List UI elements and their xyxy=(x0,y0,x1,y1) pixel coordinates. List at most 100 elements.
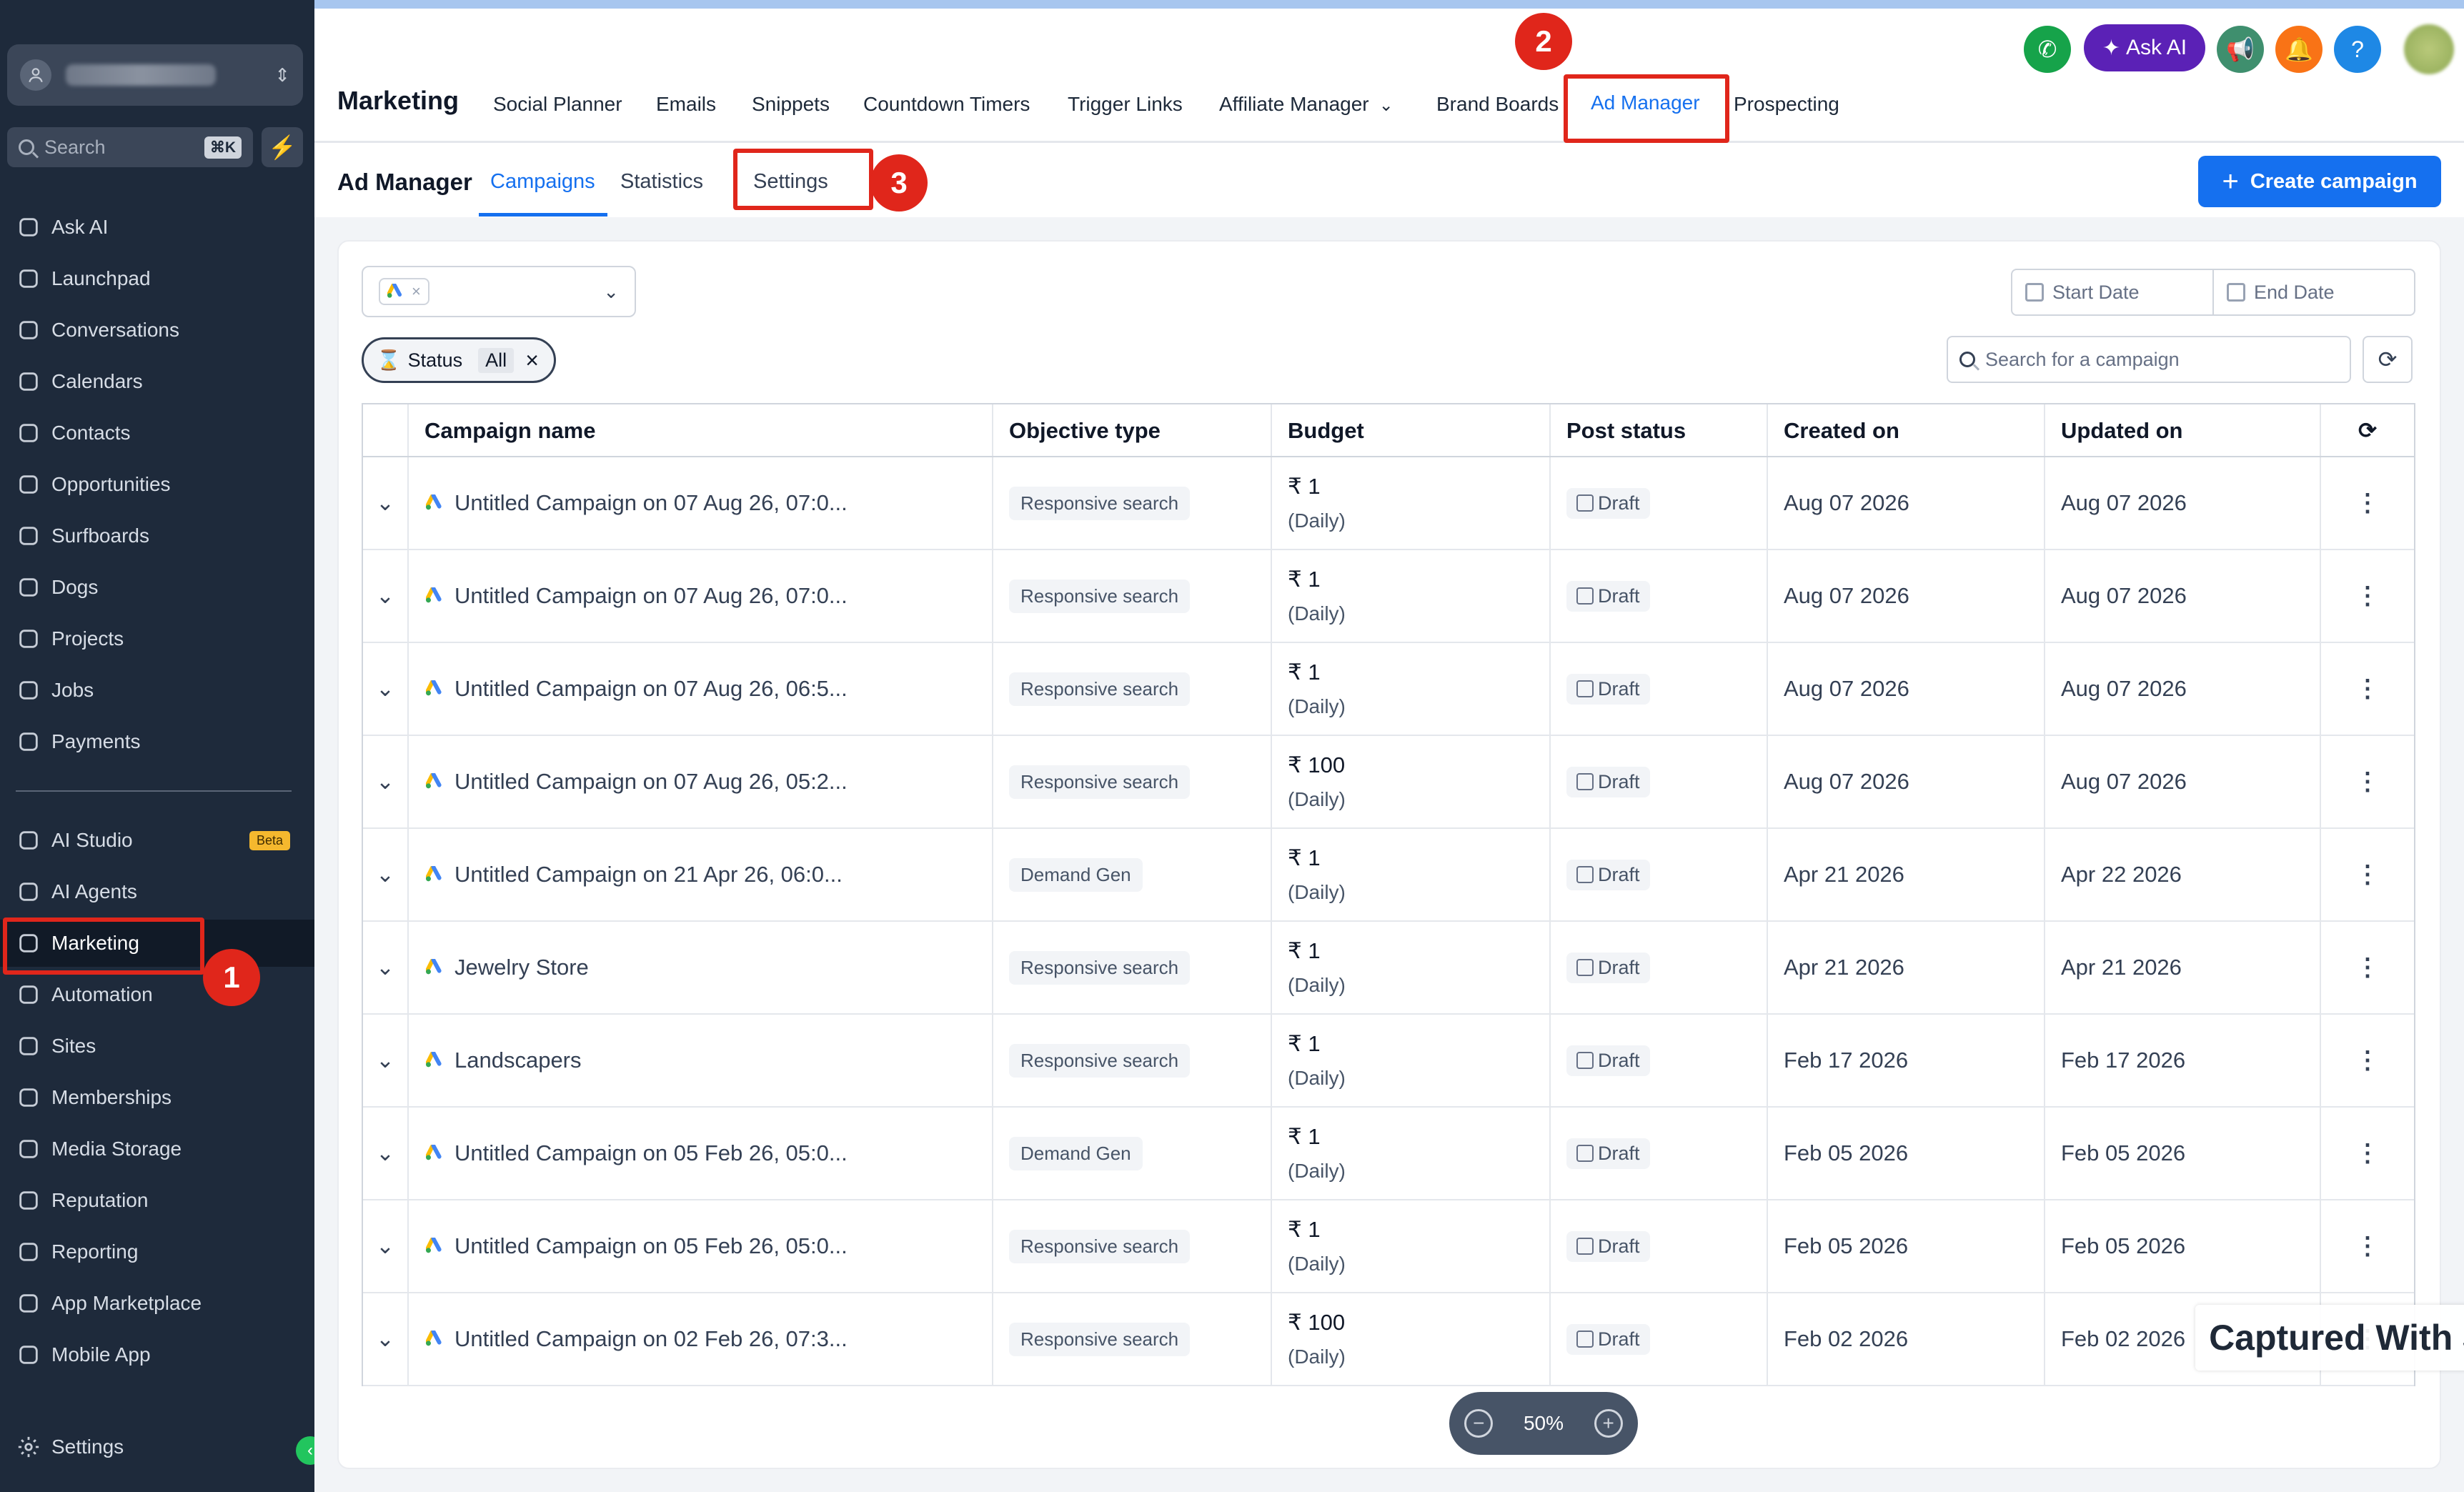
user-avatar[interactable] xyxy=(2404,24,2454,74)
row-actions-kebab-icon[interactable]: ⋮ xyxy=(2321,1200,2414,1292)
sidebar-item-settings[interactable]: Settings xyxy=(0,1423,314,1471)
table-row[interactable]: ⌄ Jewelry Store Responsive search ₹ 1 (Daily… xyxy=(363,922,2414,1015)
campaign-name-cell[interactable]: Untitled Campaign on 21 Apr 26, 06:0... xyxy=(409,829,993,920)
expand-row-icon[interactable]: ⌄ xyxy=(363,1015,409,1106)
sidebar-item-conversations[interactable]: Conversations xyxy=(0,307,314,354)
campaign-name-cell[interactable]: Untitled Campaign on 05 Feb 26, 05:0... xyxy=(409,1108,993,1199)
campaign-name[interactable]: Untitled Campaign on 05 Feb 26, 05:0... xyxy=(454,1233,848,1259)
sidebar-item-surfboards[interactable]: Surfboards xyxy=(0,512,314,560)
google-ads-chip[interactable]: × xyxy=(379,278,429,305)
sidebar-item-payments[interactable]: Payments xyxy=(0,718,314,765)
row-actions-kebab-icon[interactable]: ⋮ xyxy=(2321,457,2414,549)
sidebar-item-media-storage[interactable]: Media Storage xyxy=(0,1125,314,1173)
expand-row-icon[interactable]: ⌄ xyxy=(363,1200,409,1292)
campaign-name-cell[interactable]: Jewelry Store xyxy=(409,922,993,1013)
refresh-icon[interactable]: ⟳ xyxy=(2363,336,2413,383)
sidebar-item-ask-ai[interactable]: Ask AI xyxy=(0,204,314,251)
tab-prospecting[interactable]: Prospecting xyxy=(1734,93,1839,116)
campaign-name[interactable]: Untitled Campaign on 02 Feb 26, 07:3... xyxy=(454,1326,848,1352)
sidebar-item-mobile-app[interactable]: Mobile App xyxy=(0,1331,314,1378)
campaign-name[interactable]: Landscapers xyxy=(454,1048,582,1073)
quick-action-bolt-icon[interactable]: ⚡ xyxy=(262,127,303,167)
tab-trigger-links[interactable]: Trigger Links xyxy=(1068,93,1183,116)
table-row[interactable]: ⌄ Untitled Campaign on 07 Aug 26, 07:0...… xyxy=(363,457,2414,550)
tab-social-planner[interactable]: Social Planner xyxy=(493,93,622,116)
sidebar-item-ai-studio[interactable]: AI Studio Beta xyxy=(0,817,314,864)
row-actions-kebab-icon[interactable]: ⋮ xyxy=(2321,829,2414,920)
location-switcher[interactable]: ⇕ xyxy=(7,44,303,106)
campaign-name[interactable]: Jewelry Store xyxy=(454,955,589,980)
sidebar-item-jobs[interactable]: Jobs xyxy=(0,667,314,714)
sidebar-item-memberships[interactable]: Memberships xyxy=(0,1074,314,1121)
table-row[interactable]: ⌄ Untitled Campaign on 07 Aug 26, 06:5...… xyxy=(363,643,2414,736)
row-actions-kebab-icon[interactable]: ⋮ xyxy=(2321,1015,2414,1106)
sidebar-item-ai-agents[interactable]: AI Agents xyxy=(0,868,314,915)
campaign-name-cell[interactable]: Untitled Campaign on 07 Aug 26, 07:0... xyxy=(409,550,993,642)
megaphone-icon[interactable]: 📢 xyxy=(2217,26,2264,73)
close-icon[interactable]: × xyxy=(525,347,539,374)
create-campaign-button[interactable]: + Create campaign xyxy=(2198,156,2441,207)
campaign-name[interactable]: Untitled Campaign on 07 Aug 26, 07:0... xyxy=(454,490,848,516)
tab-snippets[interactable]: Snippets xyxy=(752,93,830,116)
table-row[interactable]: ⌄ Untitled Campaign on 05 Feb 26, 05:0...… xyxy=(363,1108,2414,1200)
sidebar-item-reputation[interactable]: Reputation xyxy=(0,1177,314,1224)
table-row[interactable]: ⌄ Untitled Campaign on 21 Apr 26, 06:0...… xyxy=(363,829,2414,922)
tab-emails[interactable]: Emails xyxy=(656,93,716,116)
tab-countdown-timers[interactable]: Countdown Timers xyxy=(863,93,1030,116)
sidebar-item-reporting[interactable]: Reporting xyxy=(0,1228,314,1275)
sidebar-item-automation[interactable]: Automation xyxy=(0,971,314,1018)
expand-row-icon[interactable]: ⌄ xyxy=(363,922,409,1013)
campaign-name-cell[interactable]: Untitled Campaign on 07 Aug 26, 05:2... xyxy=(409,736,993,827)
sidebar-item-opportunities[interactable]: Opportunities xyxy=(0,461,314,508)
campaign-name-cell[interactable]: Untitled Campaign on 07 Aug 26, 07:0... xyxy=(409,457,993,549)
expand-row-icon[interactable]: ⌄ xyxy=(363,643,409,735)
table-row[interactable]: ⌄ Untitled Campaign on 07 Aug 26, 07:0...… xyxy=(363,550,2414,643)
ask-ai-button[interactable]: ✦ Ask AI xyxy=(2084,24,2205,71)
campaign-name[interactable]: Untitled Campaign on 05 Feb 26, 05:0... xyxy=(454,1140,848,1166)
sidebar-search[interactable]: Search ⌘K xyxy=(7,127,253,167)
bell-icon[interactable]: 🔔 xyxy=(2275,26,2323,73)
table-row[interactable]: ⌄ Landscapers Responsive search ₹ 1 (Daily) D… xyxy=(363,1015,2414,1108)
sidebar-item-dogs[interactable]: Dogs xyxy=(0,564,314,611)
expand-row-icon[interactable]: ⌄ xyxy=(363,457,409,549)
expand-row-icon[interactable]: ⌄ xyxy=(363,550,409,642)
expand-row-icon[interactable]: ⌄ xyxy=(363,736,409,827)
sidebar-item-projects[interactable]: Projects xyxy=(0,615,314,662)
end-date-input[interactable]: End Date xyxy=(2212,269,2415,316)
sidebar-item-calendars[interactable]: Calendars xyxy=(0,358,314,405)
sidebar-item-contacts[interactable]: Contacts xyxy=(0,409,314,457)
expand-row-icon[interactable]: ⌄ xyxy=(363,1108,409,1199)
tab-statistics[interactable]: Statistics xyxy=(620,170,703,194)
help-icon[interactable]: ? xyxy=(2334,26,2381,73)
campaign-name[interactable]: Untitled Campaign on 07 Aug 26, 05:2... xyxy=(454,769,848,795)
tab-affiliate-manager[interactable]: Affiliate Manager ⌄ xyxy=(1219,93,1394,116)
table-row[interactable]: ⌄ Untitled Campaign on 02 Feb 26, 07:3...… xyxy=(363,1293,2414,1386)
sidebar-item-app-marketplace[interactable]: App Marketplace xyxy=(0,1280,314,1327)
row-actions-kebab-icon[interactable]: ⋮ xyxy=(2321,550,2414,642)
campaign-search-input[interactable]: Search for a campaign xyxy=(1947,336,2351,383)
row-actions-kebab-icon[interactable]: ⋮ xyxy=(2321,736,2414,827)
tab-brand-boards[interactable]: Brand Boards xyxy=(1436,93,1559,116)
sidebar-item-sites[interactable]: Sites xyxy=(0,1023,314,1070)
expand-row-icon[interactable]: ⌄ xyxy=(363,829,409,920)
column-settings-icon[interactable]: ⟳ xyxy=(2321,404,2414,457)
tab-campaigns[interactable]: Campaigns xyxy=(490,170,595,194)
row-actions-kebab-icon[interactable]: ⋮ xyxy=(2321,643,2414,735)
sidebar-item-launchpad[interactable]: Launchpad xyxy=(0,255,314,302)
row-actions-kebab-icon[interactable]: ⋮ xyxy=(2321,922,2414,1013)
campaign-name-cell[interactable]: Landscapers xyxy=(409,1015,993,1106)
table-row[interactable]: ⌄ Untitled Campaign on 07 Aug 26, 05:2...… xyxy=(363,736,2414,829)
campaign-name[interactable]: Untitled Campaign on 21 Apr 26, 06:0... xyxy=(454,862,843,887)
phone-icon[interactable]: ✆ xyxy=(2024,26,2071,73)
campaign-name-cell[interactable]: Untitled Campaign on 05 Feb 26, 05:0... xyxy=(409,1200,993,1292)
campaign-name-cell[interactable]: Untitled Campaign on 02 Feb 26, 07:3... xyxy=(409,1293,993,1385)
table-row[interactable]: ⌄ Untitled Campaign on 05 Feb 26, 05:0...… xyxy=(363,1200,2414,1293)
campaign-name[interactable]: Untitled Campaign on 07 Aug 26, 07:0... xyxy=(454,583,848,609)
start-date-input[interactable]: Start Date xyxy=(2011,269,2214,316)
ad-platform-select[interactable]: × ⌄ xyxy=(362,266,636,317)
row-actions-kebab-icon[interactable]: ⋮ xyxy=(2321,1108,2414,1199)
expand-row-icon[interactable]: ⌄ xyxy=(363,1293,409,1385)
zoom-in-icon[interactable]: + xyxy=(1594,1409,1623,1438)
remove-chip-icon[interactable]: × xyxy=(412,282,421,301)
status-filter-pill[interactable]: ⌛ Status All × xyxy=(362,337,556,383)
